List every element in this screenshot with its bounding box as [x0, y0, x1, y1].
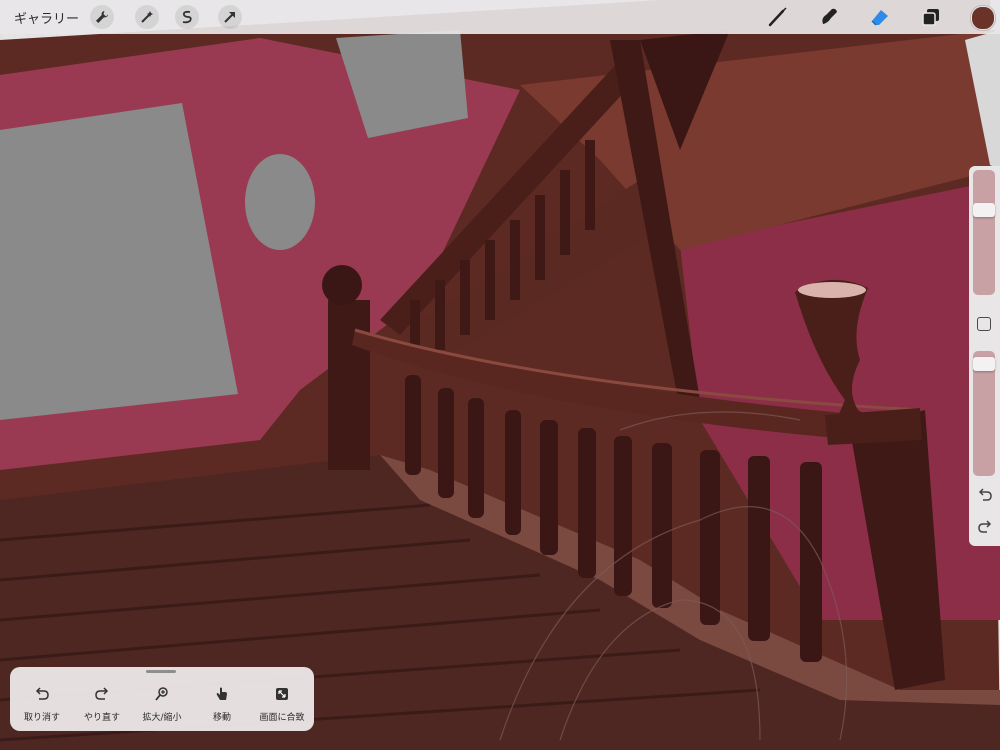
undo-button[interactable]: 取り消す [13, 687, 71, 724]
brush-size-slider[interactable] [973, 170, 995, 295]
zoom-icon [155, 687, 168, 701]
brush-size-thumb[interactable] [973, 203, 995, 217]
undo-label: 取り消す [23, 713, 60, 723]
smudge-icon[interactable] [817, 5, 841, 29]
color-picker-button[interactable] [971, 6, 995, 30]
newel-post [328, 300, 370, 470]
gallery-button[interactable]: ギャラリー [14, 8, 79, 27]
transform-arrow-icon[interactable] [218, 5, 242, 29]
selection-icon[interactable] [175, 5, 199, 29]
grey-oval [245, 154, 315, 250]
drawing-canvas[interactable] [0, 0, 1000, 750]
zoom-button[interactable]: 拡大/縮小 [133, 687, 191, 724]
zoom-label: 拡大/縮小 [142, 713, 182, 723]
quick-menu-grabber[interactable] [146, 670, 176, 673]
opacity-thumb[interactable] [973, 357, 995, 371]
fit-screen-icon [276, 688, 288, 700]
fit-screen-button[interactable]: 画面に合致 [253, 687, 311, 724]
redo-label: やり直す [83, 713, 120, 723]
redo-icon[interactable] [976, 518, 994, 536]
modify-button[interactable] [977, 317, 991, 331]
top-toolbar: ギャラリー [0, 0, 1000, 34]
undo-icon [35, 687, 49, 700]
quick-menu: 取り消す やり直す 拡大/縮小 移動 画面に合致 [10, 667, 314, 731]
eraser-icon[interactable] [868, 5, 892, 29]
fit-screen-label: 画面に合致 [259, 713, 305, 723]
brush-icon[interactable] [766, 5, 790, 29]
side-toolbar [969, 166, 1000, 546]
hand-icon [216, 687, 227, 700]
move-button[interactable]: 移動 [193, 687, 251, 724]
redo-icon [95, 687, 109, 700]
redo-button[interactable]: やり直す [73, 687, 131, 724]
move-label: 移動 [212, 713, 231, 723]
undo-icon[interactable] [976, 486, 994, 504]
opacity-slider[interactable] [973, 351, 995, 476]
layers-icon[interactable] [919, 5, 943, 29]
magic-wand-icon[interactable] [135, 5, 159, 29]
wrench-icon[interactable] [90, 5, 114, 29]
